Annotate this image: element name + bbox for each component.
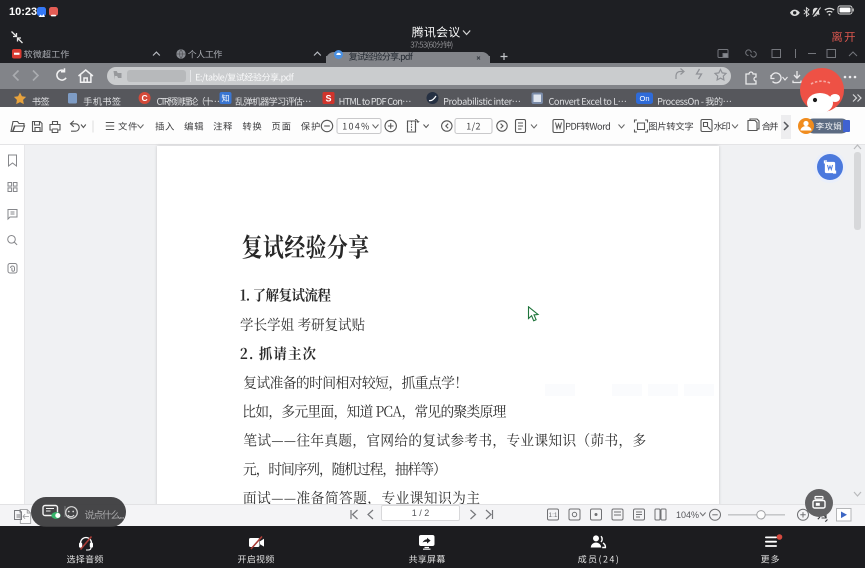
svg-text:1:1: 1:1 bbox=[548, 512, 557, 519]
